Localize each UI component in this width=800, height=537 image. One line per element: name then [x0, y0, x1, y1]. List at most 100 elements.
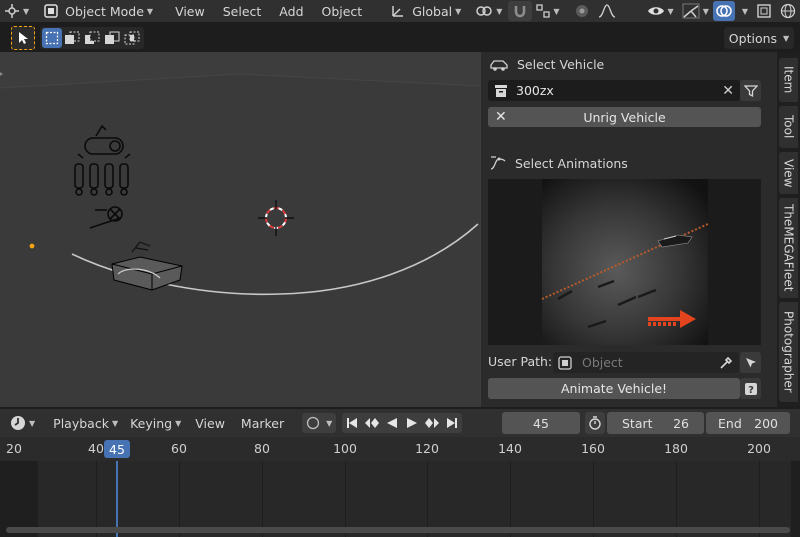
editor-type-button[interactable]: ▼	[0, 1, 33, 21]
unrig-vehicle-button[interactable]: ✕ Unrig Vehicle	[488, 107, 761, 127]
menu-marker[interactable]: Marker	[237, 413, 288, 433]
vehicle-selector[interactable]: 300zx ✕	[488, 80, 740, 101]
user-path-placeholder: Object	[582, 355, 623, 370]
select-subtract-button[interactable]	[82, 28, 102, 48]
menu-timeline-view[interactable]: View	[191, 413, 229, 433]
playback-label: Playback	[53, 415, 109, 431]
proportional-edit-toggle[interactable]	[570, 1, 594, 21]
frame-range-toggle[interactable]	[585, 412, 605, 434]
tab-label: View	[781, 158, 796, 188]
filter-button[interactable]	[740, 80, 761, 101]
eyedropper-icon[interactable]	[719, 356, 733, 370]
select-intersect-button[interactable]	[122, 28, 142, 48]
xray-toggle[interactable]	[752, 1, 776, 21]
tab-view[interactable]: View	[779, 152, 798, 194]
menu-select[interactable]: Select	[219, 1, 266, 21]
snap-toggle[interactable]	[508, 1, 533, 21]
snap-grid-icon	[536, 4, 551, 18]
timeline-editor-type[interactable]: ▼	[6, 413, 39, 433]
horizontal-scrollbar[interactable]	[6, 527, 790, 533]
select-vehicle-header[interactable]: Select Vehicle	[489, 57, 604, 72]
animate-vehicle-button[interactable]: Animate Vehicle!	[488, 378, 740, 399]
timeline-body[interactable]	[0, 461, 800, 537]
prev-keyframe-icon	[365, 418, 380, 428]
car-icon	[490, 59, 508, 71]
menu-keying[interactable]: Keying ▼	[126, 413, 185, 433]
origin-dot[interactable]	[29, 243, 35, 249]
jump-end-icon	[447, 418, 458, 428]
auto-keying-toggle[interactable]: ▼	[302, 413, 337, 433]
playhead-marker[interactable]: 45	[104, 440, 130, 458]
play-reverse-button[interactable]	[382, 413, 402, 433]
grid-line	[593, 461, 594, 537]
tab-item[interactable]: Item	[779, 58, 798, 102]
timeline-ruler[interactable]: 20 40 60 80 100 120 140 160 180 200 45	[0, 437, 800, 461]
next-keyframe-button[interactable]	[422, 413, 442, 433]
orientation-icon	[392, 6, 404, 17]
falloff-dropdown[interactable]	[594, 1, 620, 21]
select-animations-header[interactable]: Select Animations	[489, 155, 628, 171]
chevron-down-icon: ▼	[146, 6, 154, 16]
select-new-button[interactable]	[42, 28, 62, 48]
help-button[interactable]: ?	[740, 378, 761, 399]
pivot-dropdown[interactable]: ▼	[471, 1, 506, 21]
select-tool-button[interactable]	[11, 26, 35, 50]
transform-orientation-dropdown[interactable]: Global ▼	[386, 1, 465, 21]
funnel-icon	[743, 84, 758, 97]
tab-photographer[interactable]: Photographer	[779, 302, 798, 402]
jump-end-button[interactable]	[442, 413, 462, 433]
snap-target-dropdown[interactable]: ▼	[532, 1, 563, 21]
visibility-dropdown[interactable]: ▼	[643, 1, 678, 21]
object-icon	[558, 355, 572, 370]
grid-line	[96, 461, 97, 537]
playhead-label: 45	[109, 441, 125, 457]
wireframe-shading-button[interactable]	[776, 1, 800, 21]
select-invert-button[interactable]	[102, 28, 122, 48]
select-extend-button[interactable]	[62, 28, 82, 48]
menu-object[interactable]: Object	[318, 1, 367, 21]
user-path-field[interactable]: Object	[553, 352, 739, 373]
chevron-down-icon: ▼	[702, 6, 709, 16]
prev-keyframe-button[interactable]	[362, 413, 382, 433]
end-frame-field[interactable]: End 200	[706, 412, 790, 434]
chevron-down-icon: ▼	[667, 6, 674, 16]
select-vehicle-title: Select Vehicle	[517, 57, 605, 72]
chevron-down-icon: ▼	[23, 6, 30, 16]
menu-add[interactable]: Add	[275, 1, 307, 21]
play-button[interactable]	[402, 413, 422, 433]
playhead-line	[116, 461, 118, 537]
menu-playback[interactable]: Playback ▼	[49, 413, 122, 433]
select-intersect-icon	[124, 31, 140, 45]
play-reverse-icon	[387, 418, 398, 428]
clear-icon[interactable]: ✕	[722, 83, 734, 99]
chevron-down-icon: ▼	[553, 6, 560, 16]
out-of-range-right	[791, 461, 800, 537]
tab-themegafleet[interactable]: TheMEGAFleet	[779, 198, 798, 298]
options-dropdown[interactable]: Options ▼	[724, 27, 794, 49]
gizmo-dropdown[interactable]: ▼	[678, 1, 713, 21]
pick-path-button[interactable]	[740, 352, 761, 373]
mode-dropdown[interactable]: Object Mode ▼	[39, 1, 157, 21]
select-extend-icon	[65, 31, 80, 44]
current-frame-field[interactable]: 45	[502, 412, 580, 434]
start-frame-field[interactable]: Start 26	[607, 412, 704, 434]
user-path-label: User Path:	[488, 354, 553, 369]
grid-line	[510, 461, 511, 537]
overlays-toggle[interactable]	[712, 1, 735, 21]
grid-line	[345, 461, 346, 537]
gizmo-icon	[682, 3, 700, 19]
jump-start-icon	[347, 418, 358, 428]
ruler-tick: 60	[171, 441, 187, 456]
sidebar-panel: Select Vehicle 300zx ✕ ✕ Unrig Vehicle S…	[481, 52, 777, 407]
overlays-dropdown[interactable]: ▼	[735, 1, 752, 21]
animation-preview-frame[interactable]	[488, 179, 761, 345]
ruler-tick: 40	[88, 441, 104, 456]
select-subtract-icon	[85, 31, 100, 44]
jump-start-button[interactable]	[342, 413, 362, 433]
collection-box-icon	[495, 84, 507, 97]
tab-tool[interactable]: Tool	[779, 106, 798, 148]
stopwatch-icon	[589, 416, 601, 430]
menu-view[interactable]: View	[171, 1, 209, 21]
svg-text:?: ?	[748, 385, 754, 396]
selection-mode-group	[40, 27, 144, 49]
